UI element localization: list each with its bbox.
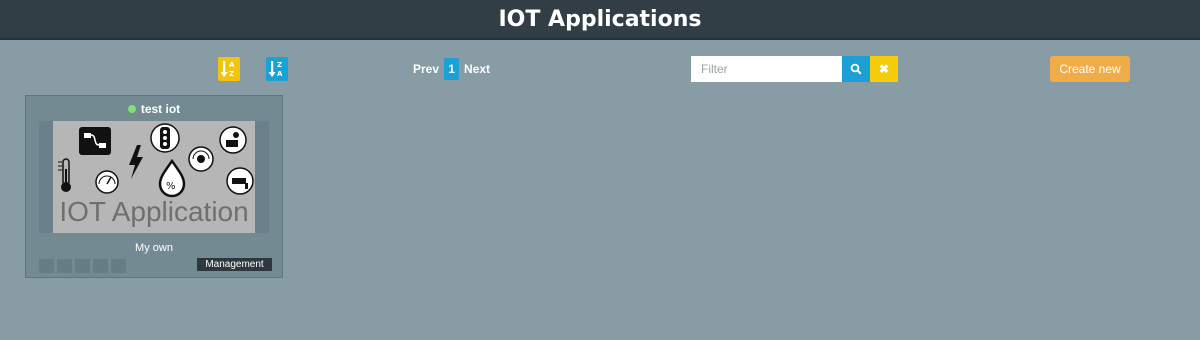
- svg-text:Z: Z: [277, 61, 282, 69]
- current-page-button[interactable]: 1: [444, 58, 460, 80]
- card-action-slots: [39, 259, 126, 273]
- filter-input[interactable]: [691, 56, 842, 82]
- next-page-link[interactable]: Next: [464, 62, 490, 76]
- action-slot[interactable]: [111, 259, 126, 273]
- page-title: IOT Applications: [498, 6, 702, 32]
- action-slot[interactable]: [39, 259, 54, 273]
- search-icon: [850, 63, 862, 75]
- card-title[interactable]: test iot: [26, 102, 282, 116]
- card-name: test iot: [140, 102, 181, 116]
- management-badge[interactable]: Management: [197, 258, 272, 271]
- action-slot[interactable]: [93, 259, 108, 273]
- status-indicator: [127, 105, 136, 113]
- close-icon: ✖: [878, 62, 890, 76]
- card-owner: My own: [135, 242, 173, 254]
- thumbnail-caption: IOT Application: [59, 196, 249, 227]
- page-header: IOT Applications: [0, 0, 1200, 40]
- action-slot[interactable]: [57, 259, 72, 273]
- sort-za-button[interactable]: Z A: [266, 57, 288, 81]
- sort-az-button[interactable]: A Z: [218, 57, 240, 81]
- svg-text:A: A: [277, 70, 283, 78]
- search-button[interactable]: [842, 56, 870, 82]
- action-slot[interactable]: [75, 259, 90, 273]
- card-thumbnail: % IOT Application: [53, 121, 255, 233]
- create-new-button[interactable]: Create new: [1050, 56, 1130, 82]
- svg-text:A: A: [229, 61, 235, 69]
- clear-filter-button[interactable]: ✖: [870, 56, 898, 82]
- application-card[interactable]: test iot % IOT Application My own Manage…: [25, 95, 283, 278]
- svg-text:Z: Z: [229, 70, 234, 78]
- card-thumbnail-frame[interactable]: % IOT Application: [39, 121, 269, 233]
- pagination: Prev 1 Next: [413, 58, 490, 80]
- svg-text:%: %: [166, 181, 176, 192]
- sort-alpha-desc-icon: Z A: [268, 61, 283, 78]
- sort-alpha-asc-icon: A Z: [220, 61, 235, 78]
- prev-page-link[interactable]: Prev: [413, 62, 439, 76]
